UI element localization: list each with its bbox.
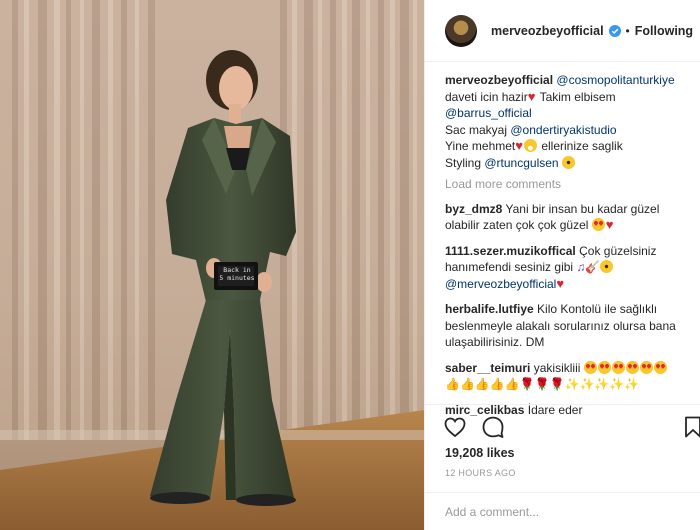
post-timestamp[interactable]: 12 HOURS AGO [445, 468, 516, 478]
comment-item: 1111.sezer.muzikoffical Çok güzelsiniz h… [445, 243, 691, 293]
header-username[interactable]: merveozbeyofficial [491, 24, 604, 38]
mention-link[interactable]: @rtuncgulsen [484, 156, 558, 170]
heart-eyes-emoji-icon [597, 360, 611, 374]
heart-emoji-icon: ♥ [527, 88, 536, 104]
add-comment-input[interactable] [445, 503, 681, 521]
heart-eyes-emoji-icon [639, 360, 653, 374]
caption-text: Sac makyaj [445, 122, 511, 137]
post-image [0, 0, 424, 530]
comment-username[interactable]: byz_dmz8 [445, 202, 502, 216]
avatar[interactable] [445, 14, 477, 47]
comment-item: saber__teimuri yakisikliii 👍👍👍👍👍🌹🌹🌹✨✨✨✨✨ [445, 360, 691, 393]
heart-emoji-icon: ♥ [515, 138, 523, 153]
likes-count[interactable]: 19,208 likes [445, 446, 515, 460]
separator-dot: • [625, 23, 630, 38]
comment-item: byz_dmz8 Yani bir insan bu kadar güzel o… [445, 201, 691, 234]
wink-emoji-icon [561, 155, 575, 169]
heart-eyes-emoji-icon [625, 360, 639, 374]
following-button[interactable]: Following [635, 24, 693, 38]
grinning-emoji-icon [523, 139, 537, 152]
post-photo[interactable]: Back in 5 minutes [0, 0, 424, 530]
heart-emoji-icon: ♥ [605, 217, 614, 232]
comment-username[interactable]: herbalife.lutfiye [445, 302, 534, 316]
heart-outline-icon[interactable] [443, 415, 467, 439]
sparkle-emoji-icon: ✨✨✨✨✨ [564, 377, 640, 391]
action-bar [425, 404, 700, 448]
caption: merveozbeyofficial @cosmopolitanturkiye … [445, 72, 691, 171]
caption-text: daveti icin hazir [445, 89, 528, 104]
caption-text: Yine mehmet [445, 139, 516, 153]
caption-text: Styling [445, 155, 485, 170]
mention-link[interactable]: @cosmopolitanturkiye [556, 73, 674, 87]
mention-link[interactable]: @barrus_official [445, 106, 532, 120]
caption-username[interactable]: merveozbeyofficial [445, 73, 553, 87]
rose-emoji-icon: 🌹🌹🌹 [519, 377, 565, 391]
caption-text: Takim elbisem [539, 89, 616, 104]
speech-bubble-icon[interactable] [481, 415, 505, 439]
heart-eyes-emoji-icon [653, 360, 667, 374]
guitar-emoji-icon: 🎸 [585, 260, 601, 274]
post-header: merveozbeyofficial • Following [425, 0, 700, 62]
mention-link[interactable]: @ondertiryakistudio [510, 123, 616, 137]
bookmark-icon[interactable] [681, 415, 700, 439]
sunglasses-emoji-icon [600, 260, 614, 273]
comment-item: herbalife.lutfiye Kilo Kontolü ile sağlı… [445, 301, 691, 351]
heart-emoji-icon: ♥ [556, 275, 565, 291]
heart-eyes-emoji-icon [583, 360, 597, 374]
comment-username[interactable]: 1111.sezer.muzikoffical [445, 244, 576, 258]
thumbs-up-emoji-icon: 👍👍👍👍👍 [445, 377, 520, 391]
verified-badge-icon [608, 24, 621, 37]
mention-link[interactable]: @merveozbeyofficial [445, 277, 556, 291]
post-side-panel: merveozbeyofficial • Following merveozbe… [424, 0, 700, 530]
load-more-comments-button[interactable]: Load more comments [445, 176, 691, 193]
comment-username[interactable]: saber__teimuri [445, 361, 530, 375]
caption-text: ellerinize saglik [537, 139, 623, 153]
clutch-sign-text: Back in 5 minutes [219, 266, 255, 282]
comments-list: merveozbeyofficial @cosmopolitanturkiye … [445, 72, 691, 427]
heart-eyes-emoji-icon [591, 218, 605, 231]
add-comment-bar [425, 492, 700, 530]
comment-text: yakisikliii [533, 360, 581, 375]
heart-eyes-emoji-icon [611, 360, 625, 374]
